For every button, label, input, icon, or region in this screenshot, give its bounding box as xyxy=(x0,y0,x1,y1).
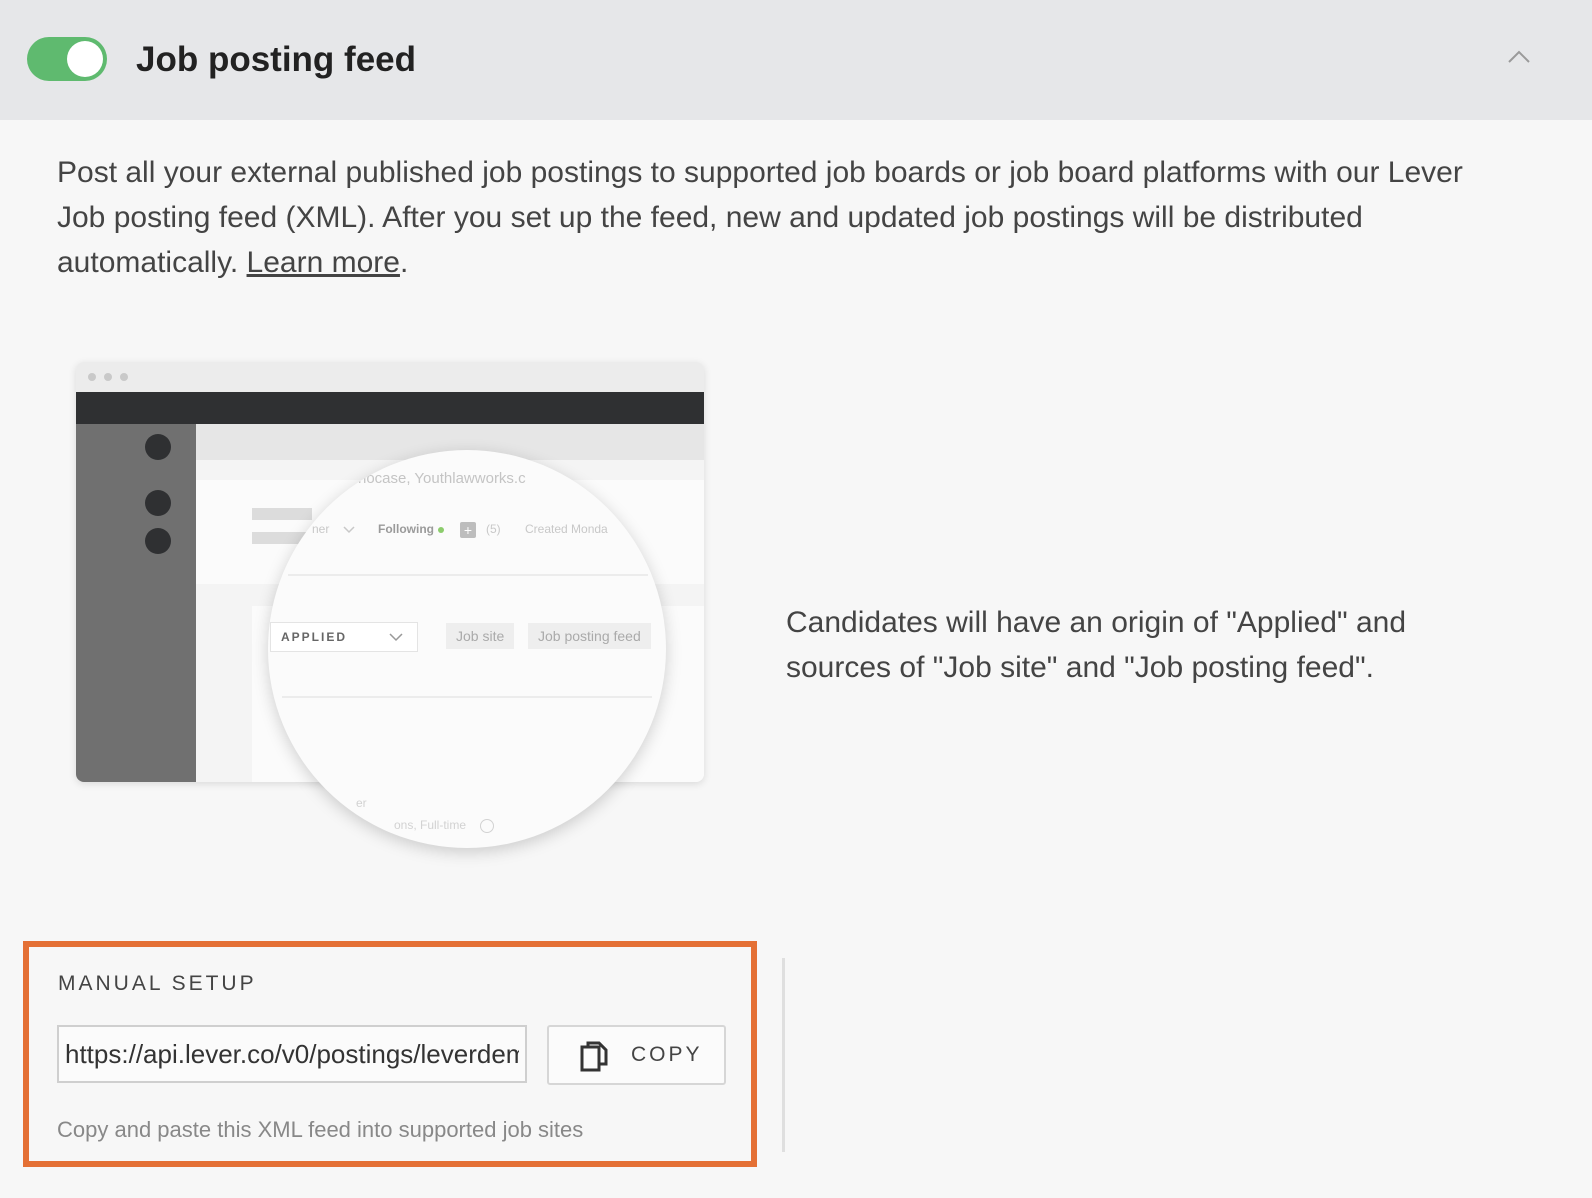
status-dot xyxy=(438,527,444,533)
browser-sidebar xyxy=(76,424,196,782)
lens-created-text: Created Monda xyxy=(525,522,608,536)
browser-titlebar xyxy=(76,362,704,392)
lens-owner-text: ner xyxy=(312,522,330,536)
origin-caption: Candidates will have an origin of "Appli… xyxy=(786,606,1407,684)
source-chip: Job site xyxy=(446,623,515,649)
browser-navbar xyxy=(76,392,704,424)
learn-more-link[interactable]: Learn more xyxy=(247,246,400,279)
feed-toggle[interactable] xyxy=(27,37,107,81)
sidebar-dot xyxy=(145,434,171,460)
description-period: . xyxy=(399,246,409,279)
lens-count-text: (5) xyxy=(486,522,501,536)
copy-icon xyxy=(580,1041,608,1072)
lens-footer-text: ons, Full-time xyxy=(394,818,467,832)
chevron-down-icon xyxy=(389,633,403,642)
origin-dropdown: APPLIED xyxy=(270,622,418,652)
section-title: Job posting feed xyxy=(136,40,416,79)
origin-dropdown-label: APPLIED xyxy=(281,630,348,644)
feed-description: Post all your external published job pos… xyxy=(57,150,1497,285)
magnifier-lens: nocase, Youthlawworks.c ner Following + … xyxy=(268,450,666,848)
copy-button[interactable]: COPY xyxy=(547,1025,726,1085)
chevron-up-icon[interactable] xyxy=(1507,46,1531,66)
info-icon xyxy=(480,819,494,833)
source-chip: Job posting feed xyxy=(528,623,651,649)
lens-header-text: nocase, Youthlawworks.c xyxy=(358,470,526,487)
chevron-down-icon xyxy=(343,526,355,534)
window-dot xyxy=(88,373,96,381)
feed-url-input[interactable] xyxy=(57,1025,527,1083)
manual-setup-label: MANUAL SETUP xyxy=(58,972,257,995)
lens-following-text: Following xyxy=(378,522,434,536)
lens-divider xyxy=(282,696,652,698)
section-header: Job posting feed xyxy=(0,0,1592,120)
setup-helper-text: Copy and paste this XML feed into suppor… xyxy=(57,1117,584,1142)
vertical-divider xyxy=(782,958,785,1152)
lens-divider xyxy=(288,574,648,576)
copy-button-label: COPY xyxy=(631,1043,703,1066)
lens-footer-text: er xyxy=(356,796,367,810)
mock-line xyxy=(252,508,312,520)
window-dot xyxy=(120,373,128,381)
toggle-knob xyxy=(67,41,103,77)
sidebar-dot xyxy=(145,528,171,554)
plus-icon: + xyxy=(460,522,476,538)
window-dot xyxy=(104,373,112,381)
sidebar-dot xyxy=(145,490,171,516)
